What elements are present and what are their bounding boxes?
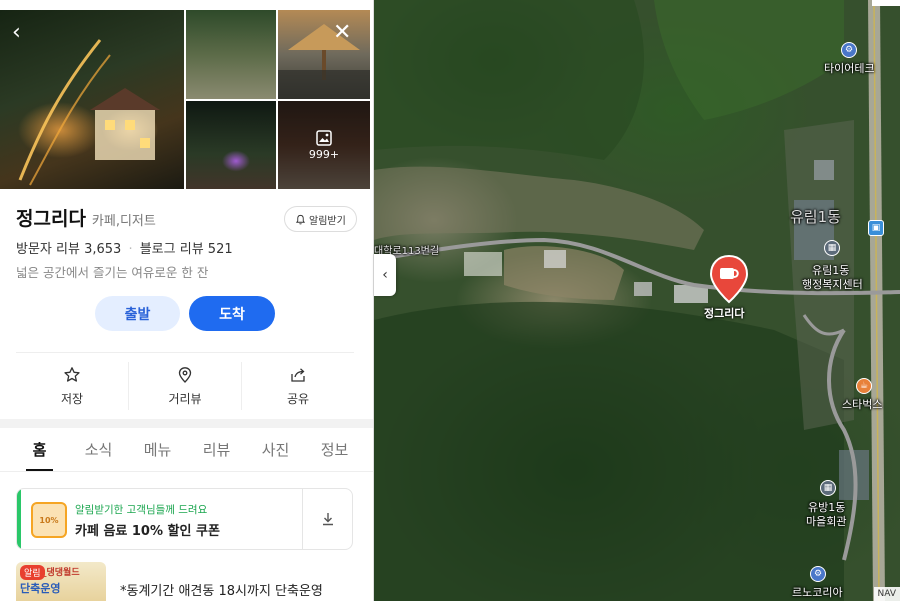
review-summary[interactable]: 방문자 리뷰 3,653 · 블로그 리뷰 521 xyxy=(16,238,233,257)
image-icon xyxy=(316,129,332,146)
blog-reviews-label: 블로그 리뷰 xyxy=(139,242,204,257)
news-item[interactable]: _댕댕월드 단축운영 알림 *동계기간 애견동 18시까지 단축운영 xyxy=(16,562,353,601)
coupon-download-button[interactable] xyxy=(302,489,352,549)
tab-reviews[interactable]: 리뷰 xyxy=(187,428,246,471)
depart-button[interactable]: 출발 xyxy=(95,296,180,331)
car-service-icon[interactable]: ⚙ xyxy=(810,566,826,582)
map-label-yubang-hall[interactable]: 마을회관 xyxy=(806,513,846,529)
close-icon: ✕ xyxy=(333,20,352,45)
tire-shop-icon[interactable]: ⚙ xyxy=(841,42,857,58)
star-icon xyxy=(64,366,80,382)
notify-button[interactable]: 알림받기 xyxy=(284,206,357,232)
place-title-row: 정그리다 카페,디저트 xyxy=(16,204,156,231)
chevron-left-icon: ‹ xyxy=(382,267,388,283)
tab-news[interactable]: 소식 xyxy=(69,428,128,471)
selected-place-pin[interactable] xyxy=(708,254,750,304)
place-detail-panel: 999+ ‹ ✕ 정그리다 카페,디저트 알림받기 방문자 리뷰 3,653 ·… xyxy=(0,0,374,601)
pin-label[interactable]: 정그리다 xyxy=(704,305,744,321)
news-thumb-line2: 단축운영 xyxy=(20,582,61,595)
map-label-yurim1: 유림1동 xyxy=(790,208,841,226)
close-button[interactable]: ✕ xyxy=(333,22,351,44)
visitor-reviews-count: 3,653 xyxy=(84,242,122,257)
map-attribution: NAV xyxy=(873,587,900,601)
more-photos-overlay[interactable]: 999+ xyxy=(278,101,370,189)
section-separator xyxy=(0,419,373,428)
action-bar: 저장 거리뷰 공유 xyxy=(16,362,354,410)
news-badge: 알림 xyxy=(20,565,45,580)
parasol-photo xyxy=(278,24,370,99)
map-label-yurim-office-2[interactable]: 행정복지센터 xyxy=(802,276,863,292)
bell-plus-icon xyxy=(295,214,306,224)
street-view-button[interactable]: 거리뷰 xyxy=(129,362,242,410)
street-view-label: 거리뷰 xyxy=(168,391,202,406)
hall-icon[interactable]: ▦ xyxy=(820,480,836,496)
visitor-reviews-label: 방문자 리뷰 xyxy=(16,242,80,257)
place-name: 정그리다 xyxy=(16,208,86,230)
news-text: *동계기간 애견동 18시까지 단축운영 xyxy=(120,584,323,599)
government-office-icon[interactable]: ▦ xyxy=(824,240,840,256)
news-thumb-line1: _댕댕월드 xyxy=(42,568,80,578)
map-corner-badge xyxy=(872,0,900,6)
chevron-left-icon: ‹ xyxy=(12,20,21,45)
coupon-accent-bar xyxy=(17,489,21,549)
location-pin-icon xyxy=(178,366,192,383)
gallery-photo-4[interactable] xyxy=(186,101,276,189)
map-label-lenocoria[interactable]: 르노코리아 xyxy=(792,584,843,600)
bus-stop-icon[interactable]: ▣ xyxy=(868,220,884,236)
tab-info[interactable]: 정보 xyxy=(305,428,364,471)
night-cafe-photo xyxy=(18,39,160,186)
place-category: 카페,디저트 xyxy=(91,214,156,229)
save-button[interactable]: 저장 xyxy=(16,362,129,410)
gallery-photo-3[interactable] xyxy=(278,10,370,99)
tab-photos[interactable]: 사진 xyxy=(246,428,305,471)
coupon-text: 알림받기한 고객님들께 드려요 카페 음료 10% 할인 쿠폰 xyxy=(75,489,302,549)
download-icon xyxy=(322,513,333,526)
map-view[interactable]: ⚙ 타이어테크 유림1동 ▦ 유림1동 행정복지센터 ☕ 스타벅스 ▦ 유방1동… xyxy=(374,0,900,601)
coupon-image: 10% xyxy=(31,502,67,538)
map-label-tire[interactable]: 타이어테크 xyxy=(824,60,875,76)
arrive-button[interactable]: 도착 xyxy=(189,296,275,331)
coupon-subtitle: 알림받기한 고객님들께 드려요 xyxy=(75,504,208,516)
share-button[interactable]: 공유 xyxy=(242,362,354,410)
tab-menu[interactable]: 메뉴 xyxy=(128,428,187,471)
cafe-icon[interactable]: ☕ xyxy=(856,378,872,394)
share-icon xyxy=(291,367,305,382)
notify-label: 알림받기 xyxy=(309,215,346,227)
place-description: 넓은 공간에서 즐기는 여유로운 한 잔 xyxy=(16,265,209,280)
collapse-panel-button[interactable]: ‹ xyxy=(374,254,396,296)
map-label-starbucks[interactable]: 스타벅스 xyxy=(842,396,882,412)
share-label: 공유 xyxy=(286,391,310,406)
coupon-title: 카페 음료 10% 할인 쿠폰 xyxy=(75,524,220,539)
more-photos-count: 999+ xyxy=(308,147,340,161)
divider xyxy=(16,352,354,353)
separator-dot: · xyxy=(128,242,133,257)
tab-home[interactable]: 홈 xyxy=(10,428,69,471)
coupon-card[interactable]: 10% 알림받기한 고객님들께 드려요 카페 음료 10% 할인 쿠폰 xyxy=(16,488,353,550)
photo-gallery[interactable]: 999+ ‹ ✕ xyxy=(0,10,370,189)
tab-bar: 홈 소식 메뉴 리뷰 사진 정보 xyxy=(0,428,373,472)
save-label: 저장 xyxy=(60,391,84,406)
blog-reviews-count: 521 xyxy=(207,242,233,257)
gallery-photo-main[interactable] xyxy=(0,10,184,189)
gallery-photo-2[interactable] xyxy=(186,10,276,99)
back-button[interactable]: ‹ xyxy=(12,22,21,44)
